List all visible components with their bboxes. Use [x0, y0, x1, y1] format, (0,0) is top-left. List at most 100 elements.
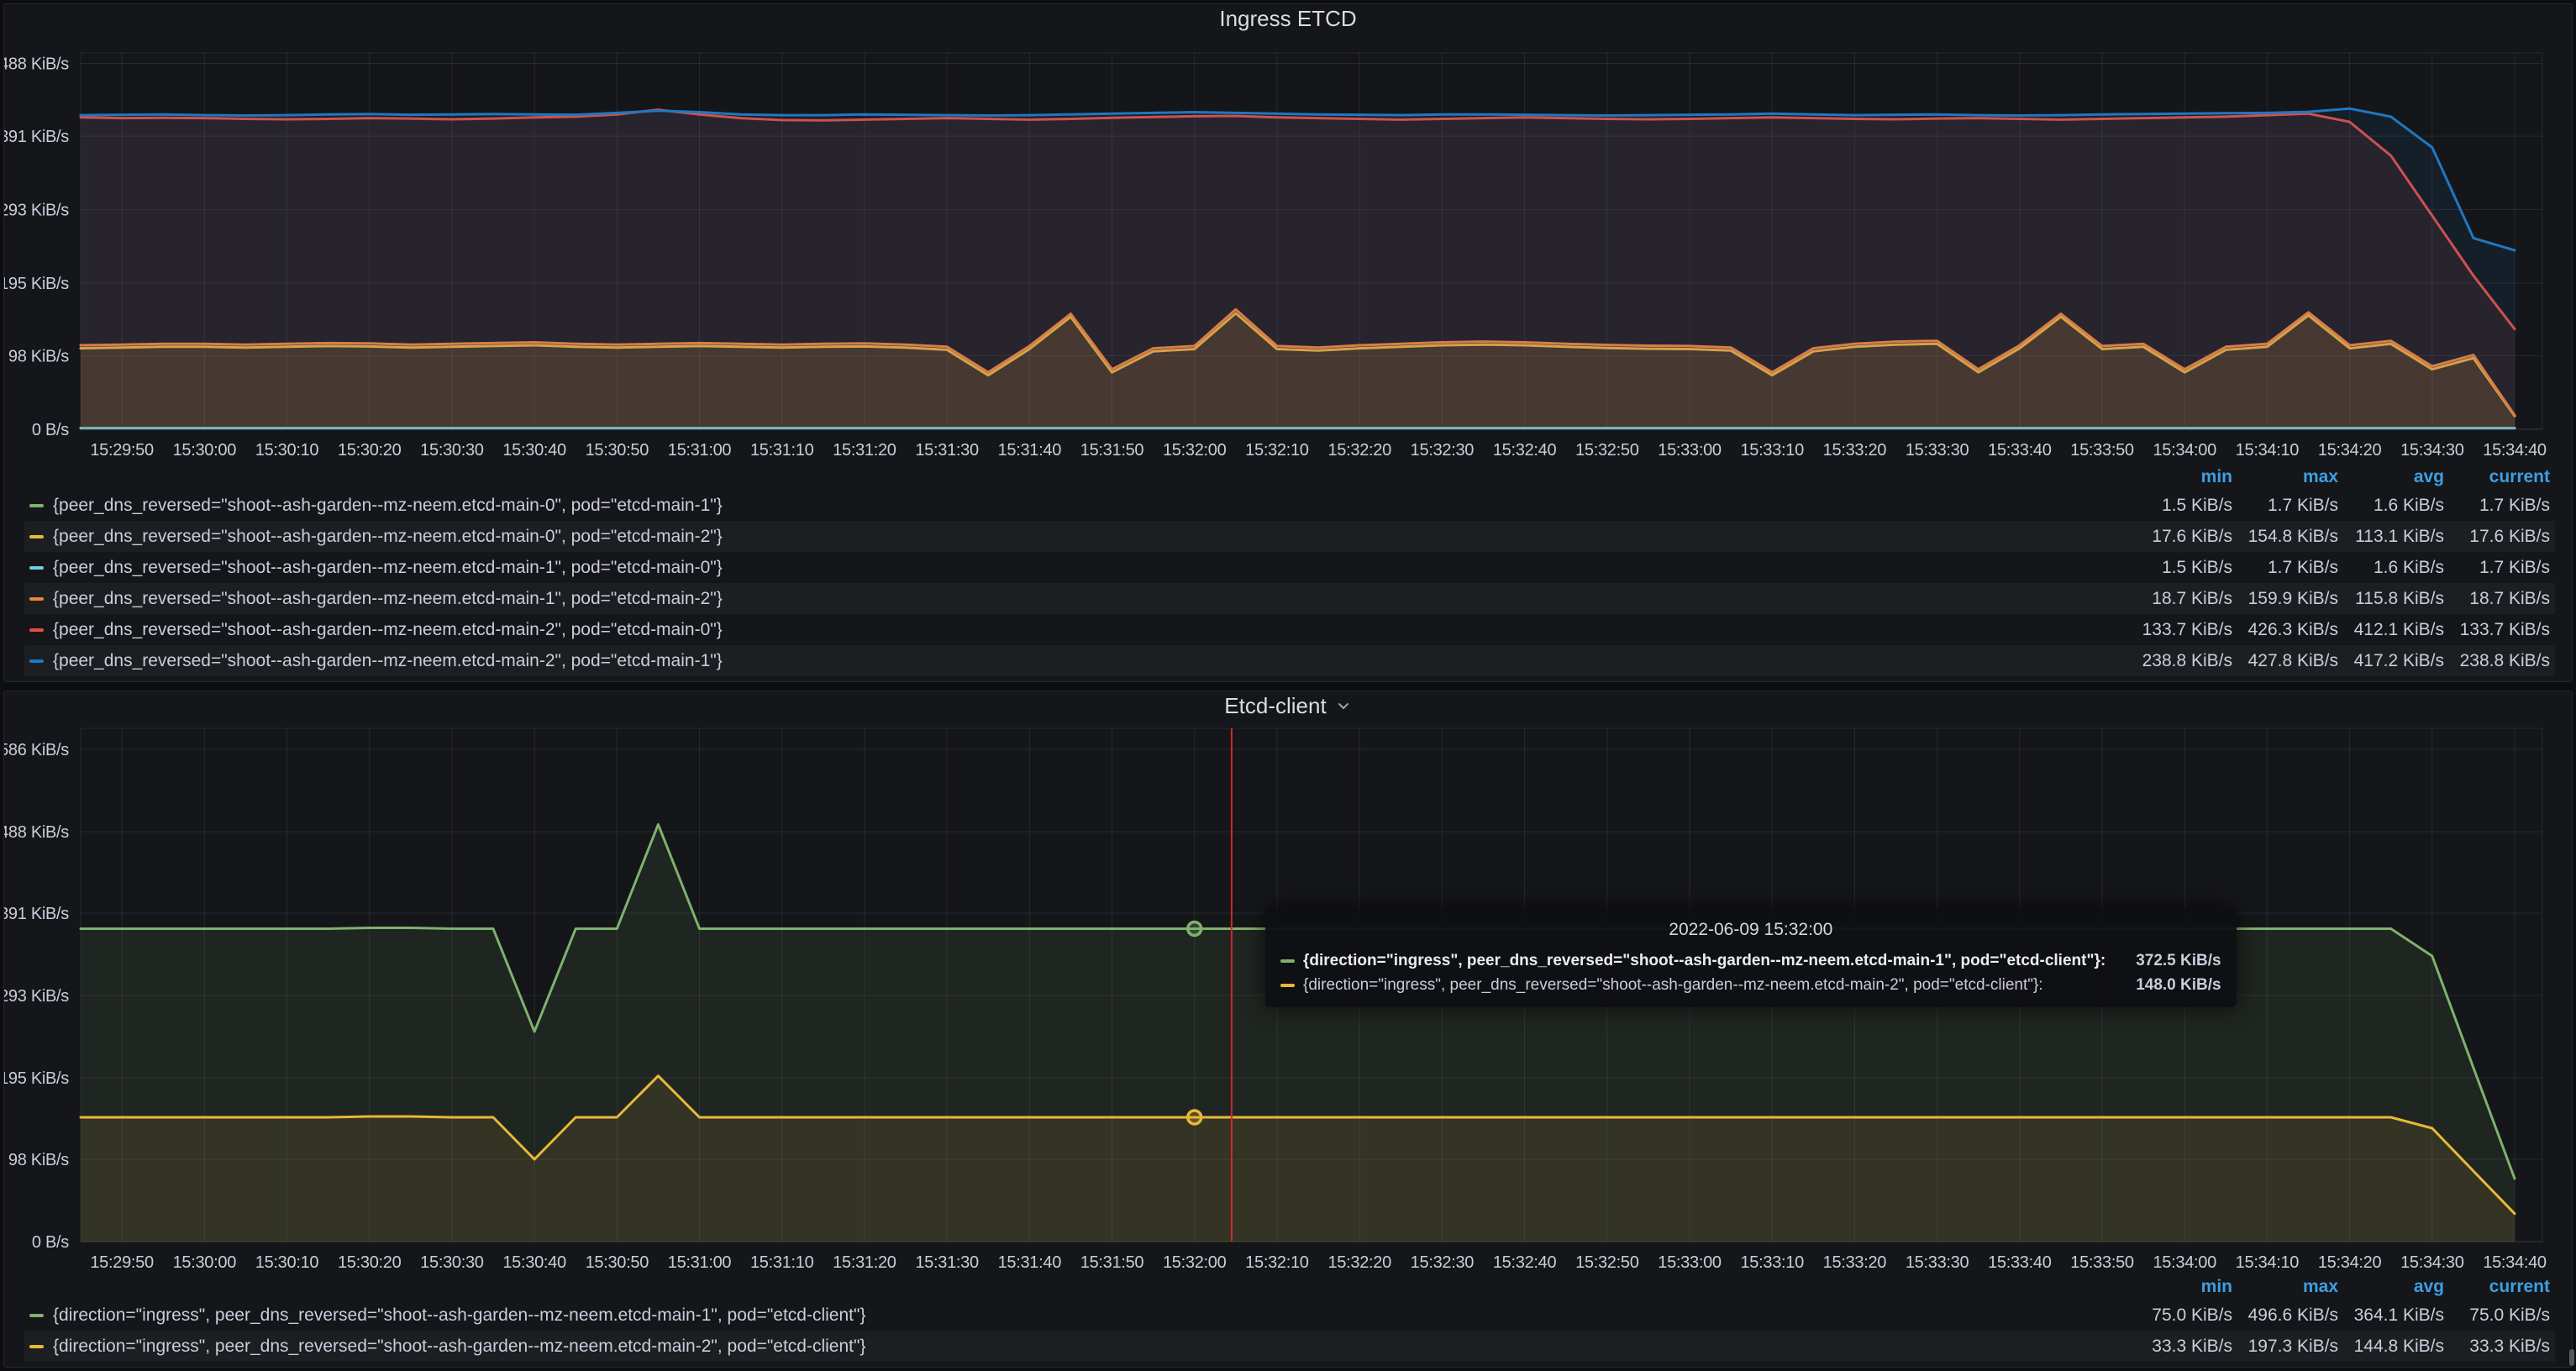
legend-value: 197.3 KiB/s	[2232, 1337, 2338, 1357]
legend-row: {peer_dns_reversed="shoot--ash-garden--m…	[24, 645, 2555, 676]
legend-value: 75.0 KiB/s	[2127, 1305, 2232, 1326]
x-axis-label: 15:29:50	[90, 1253, 154, 1272]
x-axis-label: 15:30:10	[255, 1253, 319, 1272]
legend-value: 238.8 KiB/s	[2444, 651, 2550, 671]
x-axis-label: 15:30:00	[173, 1253, 237, 1272]
x-axis-label: 15:33:40	[1988, 1253, 2052, 1272]
legend-series-label[interactable]: {direction="ingress", peer_dns_reversed=…	[53, 1305, 865, 1326]
x-axis-label: 15:32:40	[1493, 1253, 1557, 1272]
x-axis-label: 15:33:30	[1906, 1253, 1969, 1272]
legend-series: {peer_dns_reversed="shoot--ash-garden--m…	[29, 496, 2127, 516]
tooltip-series-value: 148.0 KiB/s	[2136, 976, 2221, 995]
legend-row: {peer_dns_reversed="shoot--ash-garden--m…	[24, 583, 2555, 614]
y-axis-label: 195 KiB/s	[4, 1069, 69, 1088]
legend-series-label[interactable]: {direction="ingress", peer_dns_reversed=…	[53, 1337, 865, 1357]
series-color-swatch	[29, 504, 44, 507]
x-axis-label: 15:33:10	[1740, 1253, 1804, 1272]
legend-series-label[interactable]: {peer_dns_reversed="shoot--ash-garden--m…	[53, 496, 723, 516]
legend-value: 144.8 KiB/s	[2338, 1337, 2444, 1357]
series-color-swatch	[1280, 959, 1295, 963]
legend-sort-max[interactable]: max	[2232, 1277, 2338, 1297]
legend-row: {peer_dns_reversed="shoot--ash-garden--m…	[24, 552, 2555, 583]
x-axis-label: 15:32:20	[1327, 1253, 1391, 1272]
legend-value: 18.7 KiB/s	[2127, 589, 2232, 609]
tooltip-series-label: {direction="ingress", peer_dns_reversed=…	[1303, 976, 2105, 995]
legend-series-label[interactable]: {peer_dns_reversed="shoot--ash-garden--m…	[53, 589, 723, 609]
panel-ingress-etcd: Ingress ETCD 0 B/s98 KiB/s195 KiB/s293 K…	[3, 3, 2573, 682]
legend-header-row: minmaxavgcurrent	[24, 1274, 2555, 1300]
y-axis-label: 586 KiB/s	[4, 741, 69, 759]
graph-tooltip: 2022-06-09 15:32:00 {direction="ingress"…	[1265, 908, 2237, 1007]
y-axis-label: 98 KiB/s	[8, 1151, 69, 1169]
x-axis-label: 15:33:20	[1823, 441, 1887, 460]
legend-value: 113.1 KiB/s	[2338, 527, 2444, 547]
x-axis-label: 15:31:40	[998, 441, 1062, 460]
legend-value: 18.7 KiB/s	[2444, 589, 2550, 609]
legend-series: {peer_dns_reversed="shoot--ash-garden--m…	[29, 589, 2127, 609]
chevron-down-icon	[1335, 697, 1352, 714]
legend-sort-min[interactable]: min	[2127, 1277, 2232, 1297]
time-series-plot[interactable]: 0 B/s98 KiB/s195 KiB/s293 KiB/s391 KiB/s…	[4, 33, 2572, 463]
series-color-swatch	[29, 1345, 44, 1348]
x-axis-label: 15:30:40	[502, 441, 566, 460]
legend-row: {direction="ingress", peer_dns_reversed=…	[24, 1300, 2555, 1331]
x-axis-label: 15:34:40	[2483, 1253, 2547, 1272]
legend-series: {direction="ingress", peer_dns_reversed=…	[29, 1337, 2127, 1357]
legend-series-label[interactable]: {peer_dns_reversed="shoot--ash-garden--m…	[53, 620, 723, 640]
panel-title[interactable]: Etcd-client	[4, 691, 2572, 720]
legend-value: 1.5 KiB/s	[2127, 558, 2232, 578]
x-axis-label: 15:32:00	[1163, 441, 1227, 460]
legend-sort-max[interactable]: max	[2232, 467, 2338, 487]
x-axis-label: 15:33:20	[1823, 1253, 1887, 1272]
legend-series-label[interactable]: {peer_dns_reversed="shoot--ash-garden--m…	[53, 558, 723, 578]
x-axis-label: 15:32:30	[1411, 441, 1475, 460]
panel-title-text: Ingress ETCD	[1219, 6, 1356, 32]
series-color-swatch	[29, 566, 44, 570]
tooltip-series-label: {direction="ingress", peer_dns_reversed=…	[1303, 952, 2105, 970]
tooltip-timestamp: 2022-06-09 15:32:00	[1280, 920, 2221, 940]
x-axis-label: 15:30:50	[586, 441, 649, 460]
x-axis-label: 15:34:00	[2153, 441, 2216, 460]
legend-series: {peer_dns_reversed="shoot--ash-garden--m…	[29, 558, 2127, 578]
series-area-5	[81, 108, 2515, 429]
x-axis-label: 15:32:10	[1245, 1253, 1309, 1272]
legend-value: 1.5 KiB/s	[2127, 496, 2232, 516]
series-color-swatch	[29, 535, 44, 538]
legend-sort-avg[interactable]: avg	[2338, 1277, 2444, 1297]
x-axis-label: 15:32:50	[1575, 441, 1639, 460]
legend-value: 33.3 KiB/s	[2127, 1337, 2232, 1357]
x-axis-label: 15:31:10	[750, 441, 814, 460]
legend-sort-min[interactable]: min	[2127, 467, 2232, 487]
y-axis-label: 0 B/s	[32, 421, 69, 439]
x-axis-label: 15:32:10	[1245, 441, 1309, 460]
x-axis-label: 15:31:50	[1080, 1253, 1144, 1272]
x-axis-label: 15:33:50	[2070, 441, 2134, 460]
series-color-swatch	[1280, 984, 1295, 987]
x-axis-label: 15:30:30	[420, 1253, 484, 1272]
legend-row: {peer_dns_reversed="shoot--ash-garden--m…	[24, 614, 2555, 645]
y-axis-label: 0 B/s	[32, 1233, 69, 1252]
hover-point-marker	[1188, 922, 1201, 936]
legend-table: minmaxavgcurrent {peer_dns_reversed="shoo…	[24, 465, 2555, 676]
legend-value: 417.2 KiB/s	[2338, 651, 2444, 671]
series-color-swatch	[29, 628, 44, 632]
panel-title[interactable]: Ingress ETCD	[4, 4, 2572, 33]
series-color-swatch	[29, 659, 44, 663]
x-axis-label: 15:34:30	[2400, 441, 2464, 460]
legend-sort-avg[interactable]: avg	[2338, 467, 2444, 487]
x-axis-label: 15:30:00	[173, 441, 237, 460]
x-axis-label: 15:31:10	[750, 1253, 814, 1272]
y-axis-label: 293 KiB/s	[4, 987, 69, 1006]
legend-sort-current[interactable]: current	[2444, 467, 2550, 487]
x-axis-label: 15:34:30	[2400, 1253, 2464, 1272]
hover-point-marker	[1188, 1111, 1201, 1124]
series-color-swatch	[29, 1314, 44, 1317]
x-axis-label: 15:34:00	[2153, 1253, 2216, 1272]
legend-series-label[interactable]: {peer_dns_reversed="shoot--ash-garden--m…	[53, 651, 723, 671]
legend-series: {direction="ingress", peer_dns_reversed=…	[29, 1305, 2127, 1326]
scrollbar-thumb[interactable]	[2569, 1349, 2574, 1366]
legend-sort-current[interactable]: current	[2444, 1277, 2550, 1297]
legend-series-label[interactable]: {peer_dns_reversed="shoot--ash-garden--m…	[53, 527, 723, 547]
x-axis-label: 15:30:50	[586, 1253, 649, 1272]
legend-value: 33.3 KiB/s	[2444, 1337, 2550, 1357]
